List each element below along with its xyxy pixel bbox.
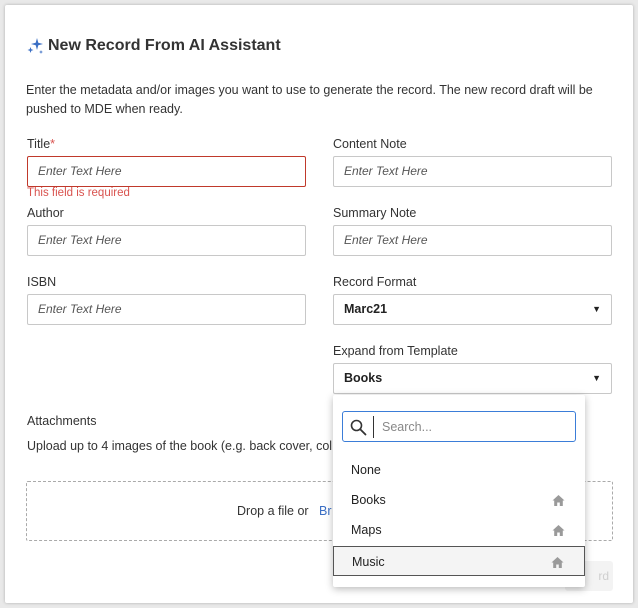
title-label: Title* xyxy=(27,137,56,151)
content-note-input[interactable]: Enter Text Here xyxy=(333,156,612,187)
template-option-none[interactable]: None xyxy=(333,455,585,485)
dropzone-text: Drop a file or Br xyxy=(237,504,332,518)
home-icon xyxy=(552,525,565,536)
attachments-hint: Upload up to 4 images of the book (e.g. … xyxy=(27,439,333,453)
template-option-maps[interactable]: Maps xyxy=(333,515,585,545)
caret-down-icon: ▼ xyxy=(592,373,601,383)
isbn-input[interactable]: Enter Text Here xyxy=(27,294,306,325)
isbn-label: ISBN xyxy=(27,275,57,289)
dialog-description: Enter the metadata and/or images you wan… xyxy=(26,83,593,116)
required-mark: * xyxy=(50,137,56,151)
author-input[interactable]: Enter Text Here xyxy=(27,225,306,256)
caret-down-icon: ▼ xyxy=(592,304,601,314)
home-icon xyxy=(552,495,565,506)
record-format-label: Record Format xyxy=(333,275,417,289)
search-icon xyxy=(350,419,367,436)
dropdown-search-box[interactable] xyxy=(342,411,576,442)
title-error-message: This field is required xyxy=(27,187,130,199)
dialog-header: New Record From AI Assistant xyxy=(26,35,281,57)
template-value: Books xyxy=(344,371,383,385)
author-label: Author xyxy=(27,206,64,220)
summary-note-label: Summary Note xyxy=(333,206,417,220)
record-format-select[interactable]: Marc21 ▼ xyxy=(333,294,612,325)
template-select[interactable]: Books ▼ xyxy=(333,363,612,394)
template-label: Expand from Template xyxy=(333,344,458,358)
content-note-label: Content Note xyxy=(333,137,407,151)
attachments-label: Attachments xyxy=(27,414,97,428)
dialog-title: New Record From AI Assistant xyxy=(48,37,281,54)
sparkle-icon xyxy=(27,38,43,54)
template-dropdown-menu: None Books Maps Music xyxy=(333,395,585,587)
home-icon xyxy=(551,557,564,568)
title-input[interactable]: Enter Text Here xyxy=(27,156,306,187)
dropdown-search-input[interactable] xyxy=(373,416,569,438)
template-option-books[interactable]: Books xyxy=(333,485,585,515)
template-option-music[interactable]: Music xyxy=(333,546,585,576)
summary-note-input[interactable]: Enter Text Here xyxy=(333,225,612,256)
browse-link[interactable]: Br xyxy=(319,504,332,518)
record-format-value: Marc21 xyxy=(344,302,388,316)
